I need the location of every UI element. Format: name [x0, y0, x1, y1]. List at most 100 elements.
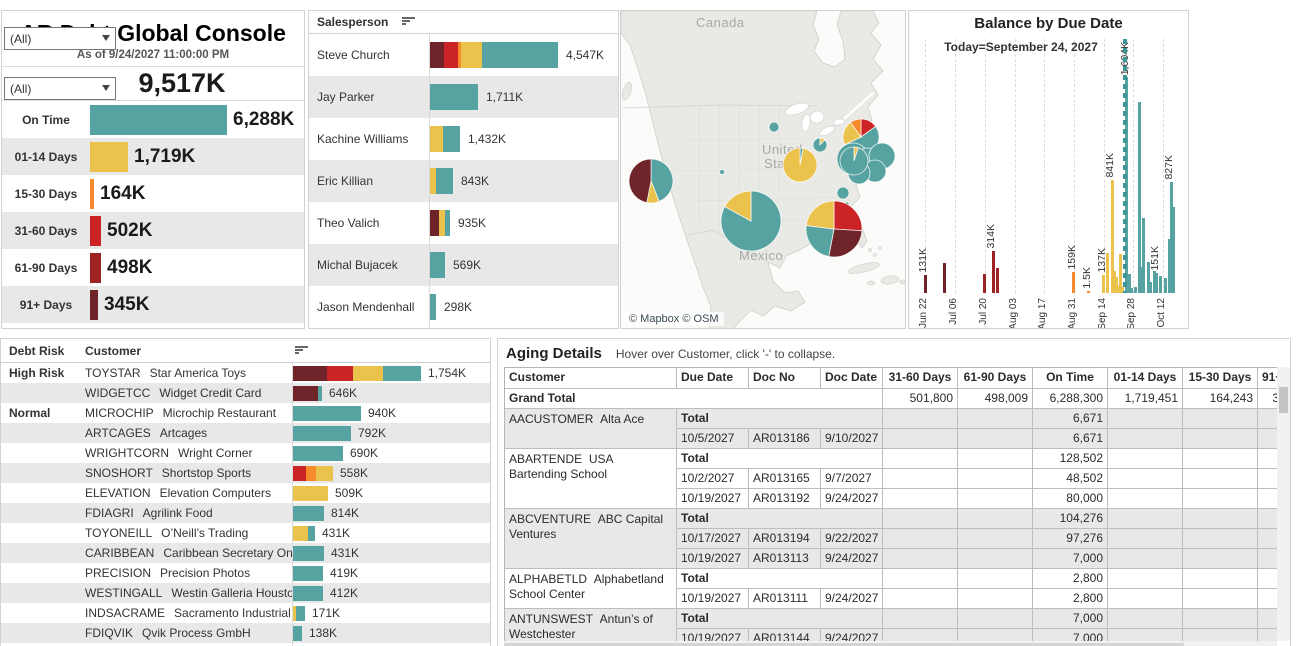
bar-segment[interactable]: [293, 406, 361, 421]
balance-bar[interactable]: [924, 275, 927, 293]
salesperson-row[interactable]: Theo Valich935K: [309, 202, 618, 244]
balance-bar[interactable]: [1134, 287, 1137, 293]
bar-segment[interactable]: [461, 42, 482, 68]
column-header[interactable]: 31-60 Days: [883, 368, 958, 389]
balance-bar[interactable]: [1172, 207, 1175, 293]
column-header[interactable]: Doc Date: [821, 368, 883, 389]
balance-bar[interactable]: [1149, 282, 1152, 293]
debt-risk-row[interactable]: WRIGHTCORNWright Corner690K: [1, 443, 490, 463]
bar-segment[interactable]: [296, 606, 305, 621]
map-pie[interactable]: [837, 187, 849, 199]
balance-bar[interactable]: [996, 268, 999, 293]
map-canvas[interactable]: CanadaUnitedStatesMexico: [621, 11, 905, 329]
bar-segment[interactable]: [430, 42, 444, 68]
debt-risk-row[interactable]: TOYONEILLO’Neill’s Trading431K: [1, 523, 490, 543]
debt-risk-row[interactable]: PRECISIONPrecision Photos419K: [1, 563, 490, 583]
map-pie[interactable]: [769, 122, 779, 132]
balance-bar[interactable]: [943, 263, 946, 293]
balance-bar[interactable]: [1138, 102, 1141, 293]
bar-segment[interactable]: [327, 366, 353, 381]
bar-segment[interactable]: [316, 466, 333, 481]
bar-segment[interactable]: [293, 386, 318, 401]
column-header[interactable]: 01-14 Days: [1108, 368, 1183, 389]
salesperson-row[interactable]: Eric Killian843K: [309, 160, 618, 202]
customer-cell[interactable]: ALPHABETLD Alphabetland School Center: [505, 569, 677, 609]
kpi-bar[interactable]: [90, 290, 98, 320]
kpi-bar[interactable]: [90, 216, 101, 246]
column-header[interactable]: 61-90 Days: [958, 368, 1033, 389]
debt-risk-row[interactable]: WESTINGALLWestin Galleria Houston412K: [1, 583, 490, 603]
bar-segment[interactable]: [293, 526, 308, 541]
balance-bar[interactable]: [1142, 218, 1145, 293]
bar-segment[interactable]: [443, 126, 460, 152]
column-header[interactable]: 91+: [1258, 368, 1277, 389]
debt-risk-row[interactable]: SNOSHORTShortstop Sports558K: [1, 463, 490, 483]
balance-bar[interactable]: [983, 274, 986, 293]
salesperson-row[interactable]: Jason Mendenhall298K: [309, 286, 618, 328]
map-pie[interactable]: [840, 147, 868, 175]
balance-bar[interactable]: [1087, 291, 1090, 293]
bar-segment[interactable]: [293, 466, 306, 481]
salesperson-row[interactable]: Steve Church4,547K: [309, 34, 618, 76]
kpi-bar[interactable]: [90, 253, 101, 283]
bar-segment[interactable]: [430, 84, 478, 110]
salesperson-row[interactable]: Kachine Williams1,432K: [309, 118, 618, 160]
debt-risk-row[interactable]: NormalMICROCHIPMicrochip Restaurant940K: [1, 403, 490, 423]
bar-segment[interactable]: [293, 546, 324, 561]
bar-segment[interactable]: [293, 446, 343, 461]
bar-segment[interactable]: [430, 252, 445, 278]
bar-segment[interactable]: [293, 566, 323, 581]
bar-segment[interactable]: [306, 466, 316, 481]
bar-segment[interactable]: [308, 526, 315, 541]
bar-segment[interactable]: [430, 210, 439, 236]
customer-cell[interactable]: AACUSTOMER Alta Ace: [505, 409, 677, 449]
column-header[interactable]: 15-30 Days: [1183, 368, 1258, 389]
branch-filter-dropdown[interactable]: (All): [4, 77, 116, 100]
bar-segment[interactable]: [353, 366, 383, 381]
bar-segment[interactable]: [445, 210, 450, 236]
vertical-scrollbar[interactable]: [1277, 367, 1290, 641]
customer-cell[interactable]: ANTUNSWEST Antun’s of Westchester: [505, 609, 677, 641]
customer-cell[interactable]: ABARTENDE USA Bartending School: [505, 449, 677, 509]
bar-segment[interactable]: [482, 42, 558, 68]
balance-bar[interactable]: [1130, 288, 1133, 293]
balance-bar[interactable]: [1159, 276, 1162, 293]
column-header[interactable]: On Time: [1033, 368, 1108, 389]
map-pie[interactable]: [720, 170, 725, 175]
bar-segment[interactable]: [293, 426, 351, 441]
debt-risk-row[interactable]: CARIBBEANCaribbean Secretary Online431K: [1, 543, 490, 563]
map-pie[interactable]: [721, 191, 781, 251]
map-pie[interactable]: [783, 148, 817, 182]
kpi-bar[interactable]: [90, 105, 227, 135]
sort-icon[interactable]: [295, 346, 309, 356]
debt-risk-row[interactable]: FDIQVIKQvik Process GmbH138K: [1, 623, 490, 643]
column-header[interactable]: Doc No: [749, 368, 821, 389]
kpi-bar[interactable]: [90, 142, 128, 172]
salesperson-row[interactable]: Michal Bujacek569K: [309, 244, 618, 286]
balance-bar[interactable]: [1072, 272, 1075, 293]
balance-bar[interactable]: [992, 251, 995, 293]
bar-segment[interactable]: [430, 294, 436, 320]
bar-segment[interactable]: [444, 42, 458, 68]
kpi-bar[interactable]: [90, 179, 94, 209]
column-header[interactable]: Due Date: [677, 368, 749, 389]
sort-icon[interactable]: [402, 17, 416, 27]
debt-risk-row[interactable]: ARTCAGESArtcages792K: [1, 423, 490, 443]
balance-bar[interactable]: [1164, 278, 1167, 293]
bar-segment[interactable]: [293, 506, 324, 521]
bar-segment[interactable]: [430, 126, 443, 152]
bar-segment[interactable]: [293, 486, 328, 501]
debt-risk-row[interactable]: High RiskTOYSTARStar America Toys1,754K: [1, 363, 490, 383]
bar-segment[interactable]: [383, 366, 421, 381]
aging-filter-dropdown[interactable]: (All): [4, 27, 116, 50]
debt-risk-row[interactable]: FDIAGRIAgrilink Food814K: [1, 503, 490, 523]
map-pie[interactable]: [813, 138, 827, 152]
vertical-scrollbar-thumb[interactable]: [1279, 387, 1288, 413]
balance-bar[interactable]: [1155, 273, 1158, 293]
bar-segment[interactable]: [436, 168, 453, 194]
balance-bar[interactable]: [1102, 275, 1105, 293]
debt-risk-row[interactable]: ELEVATIONElevation Computers509K: [1, 483, 490, 503]
column-header[interactable]: Customer: [505, 368, 677, 389]
salesperson-row[interactable]: Jay Parker1,711K: [309, 76, 618, 118]
map-pie[interactable]: [806, 201, 862, 257]
